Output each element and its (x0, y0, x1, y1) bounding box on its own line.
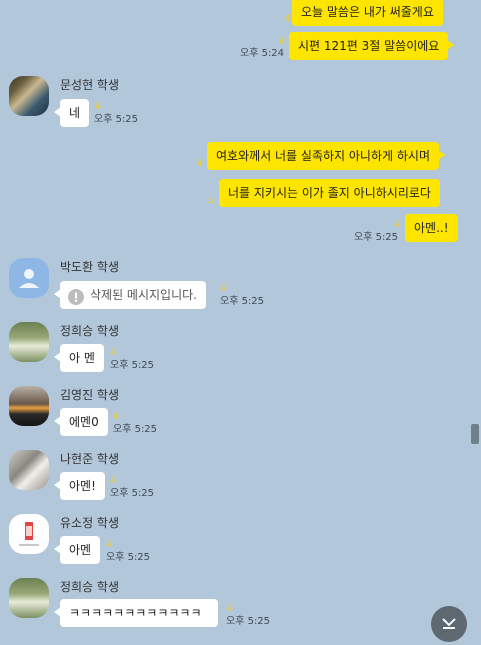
message-time: 오후 5:25 (354, 232, 399, 243)
my-message-bubble[interactable]: 여호와께서 너를 실족하지 아니하게 하시며 (207, 142, 445, 170)
other-message-bubble[interactable]: 아 멘 (54, 344, 104, 372)
sender-name: 김영진 학생 (60, 388, 120, 402)
other-message-bubble[interactable]: 아멘! (54, 472, 105, 500)
avatar[interactable] (9, 386, 49, 426)
avatar[interactable] (9, 514, 49, 554)
message-time: 오후 5:25 (94, 114, 139, 125)
avatar[interactable] (9, 450, 49, 490)
my-message-bubble[interactable]: 시편 121편 3절 말씀이에요 (289, 32, 455, 60)
message-time: 오후 5:24 (240, 48, 285, 59)
sender-name: 정희승 학생 (60, 324, 120, 338)
unread-count: 4 (110, 348, 116, 358)
sender-name: 나현준 학생 (60, 452, 120, 466)
avatar[interactable] (9, 258, 49, 298)
default-profile-icon (19, 269, 39, 288)
avatar[interactable] (9, 578, 49, 618)
unread-count: 4 (226, 604, 232, 614)
message-time: 오후 5:25 (106, 552, 151, 563)
unread-count: 4 (279, 37, 285, 47)
my-message-bubble[interactable]: 오늘 말씀은 내가 써줄게요 (292, 0, 443, 26)
message-time: 오후 5:25 (110, 360, 155, 371)
deleted-message-bubble[interactable]: 삭제된 메시지입니다. (54, 281, 206, 309)
avatar[interactable] (9, 76, 49, 116)
unread-count: 4 (106, 540, 112, 550)
scrollbar-thumb[interactable] (471, 424, 479, 444)
my-message-bubble[interactable]: 너를 지키시는 이가 졸지 아니하시리로다 (219, 179, 440, 207)
sender-name: 정희승 학생 (60, 580, 120, 594)
sender-name: 유소정 학생 (60, 516, 120, 530)
message-time: 오후 5:25 (226, 616, 271, 627)
sender-name: 박도환 학생 (60, 260, 120, 274)
unread-count: 4 (394, 220, 400, 230)
unread-count: 4 (285, 14, 291, 24)
exclamation-circle-icon (68, 287, 84, 315)
sender-name: 문성현 학생 (60, 78, 120, 92)
other-message-bubble[interactable]: ㅋㅋㅋㅋㅋㅋㅋㅋㅋㅋㅋㅋ (54, 599, 218, 627)
message-time: 오후 5:25 (220, 296, 265, 307)
my-message-bubble[interactable]: 아멘..! (405, 214, 458, 242)
message-time: 오후 5:25 (110, 488, 155, 499)
unread-count: 4 (220, 284, 226, 294)
message-time: 오후 5:25 (113, 424, 158, 435)
unread-count: 4 (197, 159, 203, 169)
unread-count: 4 (208, 197, 214, 207)
avatar[interactable] (9, 322, 49, 362)
avatar-graphic (19, 522, 39, 546)
deleted-message-text: 삭제된 메시지입니다. (90, 288, 197, 302)
unread-count: 4 (110, 476, 116, 486)
unread-count: 4 (95, 102, 101, 112)
unread-count: 4 (113, 412, 119, 422)
other-message-bubble[interactable]: 아멘 (53, 536, 101, 564)
other-message-bubble[interactable]: 네 (53, 99, 90, 127)
other-message-bubble[interactable]: 에멘0 (54, 408, 108, 436)
